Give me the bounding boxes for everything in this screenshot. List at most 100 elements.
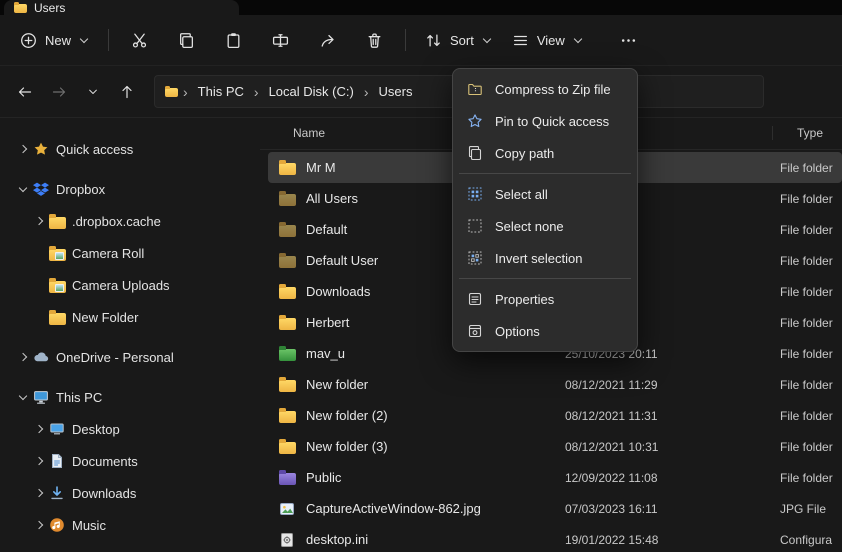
rename-button[interactable] (259, 24, 302, 57)
sidebar-item-quick-access[interactable]: Quick access (6, 133, 254, 165)
breadcrumb-local-disk-c[interactable]: Local Disk (C:) (262, 80, 361, 103)
file-row-new-folder-2[interactable]: New folder (2)08/12/2021 11:31File folde… (268, 400, 842, 431)
view-button[interactable]: View (502, 25, 593, 56)
cut-button[interactable] (118, 24, 161, 57)
chevron-right-icon[interactable] (30, 213, 49, 229)
chevron-down-icon[interactable] (14, 389, 33, 405)
sidebar-item-label: Music (72, 518, 106, 533)
sidebar-item-downloads[interactable]: Downloads (6, 477, 254, 509)
delete-button[interactable] (353, 24, 396, 57)
view-icon (512, 32, 529, 49)
file-name-cell: New folder (268, 377, 565, 392)
breadcrumb-this-pc[interactable]: This PC (191, 80, 251, 103)
see-more-button[interactable] (607, 24, 650, 57)
file-name-cell: New folder (3) (268, 439, 565, 454)
file-name: desktop.ini (306, 532, 368, 547)
menu-item-label: Options (495, 324, 540, 339)
breadcrumb-separator-icon: › (361, 84, 372, 100)
file-row-new-folder[interactable]: New folder08/12/2021 11:29File folder (268, 369, 842, 400)
menu-item-options[interactable]: Options (457, 315, 633, 347)
file-row-captureactivewindow-862-jpg[interactable]: CaptureActiveWindow-862.jpg 07/03/2023 16… (268, 493, 842, 524)
sidebar-item-label: Documents (72, 454, 138, 469)
tab-users[interactable]: Users (4, 0, 239, 15)
sidebar-item-label: Desktop (72, 422, 120, 437)
menu-item-select-all[interactable]: Select all (457, 178, 633, 210)
sidebar-item-onedrive-personal[interactable]: OneDrive - Personal (6, 341, 254, 373)
pc-icon (33, 389, 56, 405)
sidebar-item-this-pc[interactable]: This PC (6, 381, 254, 413)
menu-item-copy-path[interactable]: Copy path (457, 137, 633, 169)
file-name: CaptureActiveWindow-862.jpg (306, 501, 481, 516)
file-type: File folder (780, 254, 842, 268)
file-type: File folder (780, 409, 842, 423)
folder-dim-icon (278, 253, 296, 268)
copy-button[interactable] (165, 24, 208, 57)
file-date-modified: 19/01/2022 15:48 (565, 533, 780, 547)
chevron-right-icon[interactable] (30, 453, 49, 469)
breadcrumb-users[interactable]: Users (372, 80, 420, 103)
forward-button[interactable] (42, 76, 76, 108)
file-explorer-window: Users New Sort View (0, 0, 842, 552)
chevron-down-icon[interactable] (14, 181, 33, 197)
plus-icon (20, 32, 37, 49)
sidebar-item-dropbox-cache[interactable]: .dropbox.cache (6, 205, 254, 237)
back-button[interactable] (8, 76, 42, 108)
toolbar-divider (405, 29, 406, 51)
chevron-right-icon[interactable] (14, 141, 33, 157)
chevron-right-icon[interactable] (30, 517, 49, 533)
file-row-new-folder-3[interactable]: New folder (3)08/12/2021 10:31File folde… (268, 431, 842, 462)
command-bar: New Sort View (0, 15, 842, 66)
menu-item-label: Compress to Zip file (495, 82, 611, 97)
menu-item-properties[interactable]: Properties (457, 283, 633, 315)
menu-item-pin-to-quick-access[interactable]: Pin to Quick access (457, 105, 633, 137)
file-date-modified: 07/03/2023 16:11 (565, 502, 780, 516)
share-button[interactable] (306, 24, 349, 57)
menu-item-compress-to-zip-file[interactable]: Compress to Zip file (457, 73, 633, 105)
rename-icon (272, 32, 289, 49)
menu-item-select-none[interactable]: Select none (457, 210, 633, 242)
folder-dim-icon (278, 222, 296, 237)
sidebar-item-label: New Folder (72, 310, 138, 325)
file-name-cell: CaptureActiveWindow-862.jpg (268, 501, 565, 517)
file-date-modified: 12/09/2022 11:08 (565, 471, 780, 485)
chevron-spacer (30, 309, 49, 325)
select-all-icon (467, 186, 483, 202)
file-name-cell: New folder (2) (268, 408, 565, 423)
toolbar-divider (108, 29, 109, 51)
file-name: Mr M (306, 160, 336, 175)
column-header-name[interactable]: Name (260, 126, 325, 140)
file-row-desktop-ini[interactable]: desktop.ini19/01/2022 15:48Configura (268, 524, 842, 552)
sort-button-label: Sort (450, 33, 474, 48)
sidebar-item-desktop[interactable]: Desktop (6, 413, 254, 445)
file-type: File folder (780, 192, 842, 206)
chevron-right-icon[interactable] (14, 349, 33, 365)
sidebar-item-camera-roll[interactable]: Camera Roll (6, 237, 254, 269)
paste-button[interactable] (212, 24, 255, 57)
folder-icon (278, 439, 296, 454)
menu-item-label: Properties (495, 292, 554, 307)
file-type: File folder (780, 223, 842, 237)
menu-item-label: Select all (495, 187, 548, 202)
sidebar-item-new-folder[interactable]: New Folder (6, 301, 254, 333)
up-button[interactable] (110, 76, 144, 108)
file-name: Default User (306, 253, 378, 268)
chevron-right-icon[interactable] (30, 421, 49, 437)
chevron-right-icon[interactable] (30, 485, 49, 501)
column-divider[interactable] (772, 126, 773, 140)
downloads-icon (49, 485, 72, 501)
file-date-modified: 08/12/2021 10:31 (565, 440, 780, 454)
sidebar-item-label: Camera Uploads (72, 278, 170, 293)
column-header-type[interactable]: Type (797, 126, 823, 140)
file-type: File folder (780, 471, 842, 485)
sort-button[interactable]: Sort (415, 25, 502, 56)
chevron-down-icon (482, 35, 492, 45)
menu-item-invert-selection[interactable]: Invert selection (457, 242, 633, 274)
new-button[interactable]: New (10, 25, 99, 56)
sidebar-item-documents[interactable]: Documents (6, 445, 254, 477)
sidebar-item-camera-uploads[interactable]: Camera Uploads (6, 269, 254, 301)
recent-locations-button[interactable] (76, 76, 110, 108)
file-row-public[interactable]: Public12/09/2022 11:08File folder (268, 462, 842, 493)
sidebar-item-music[interactable]: Music (6, 509, 254, 541)
sidebar-item-dropbox[interactable]: Dropbox (6, 173, 254, 205)
sidebar-item-label: This PC (56, 390, 102, 405)
